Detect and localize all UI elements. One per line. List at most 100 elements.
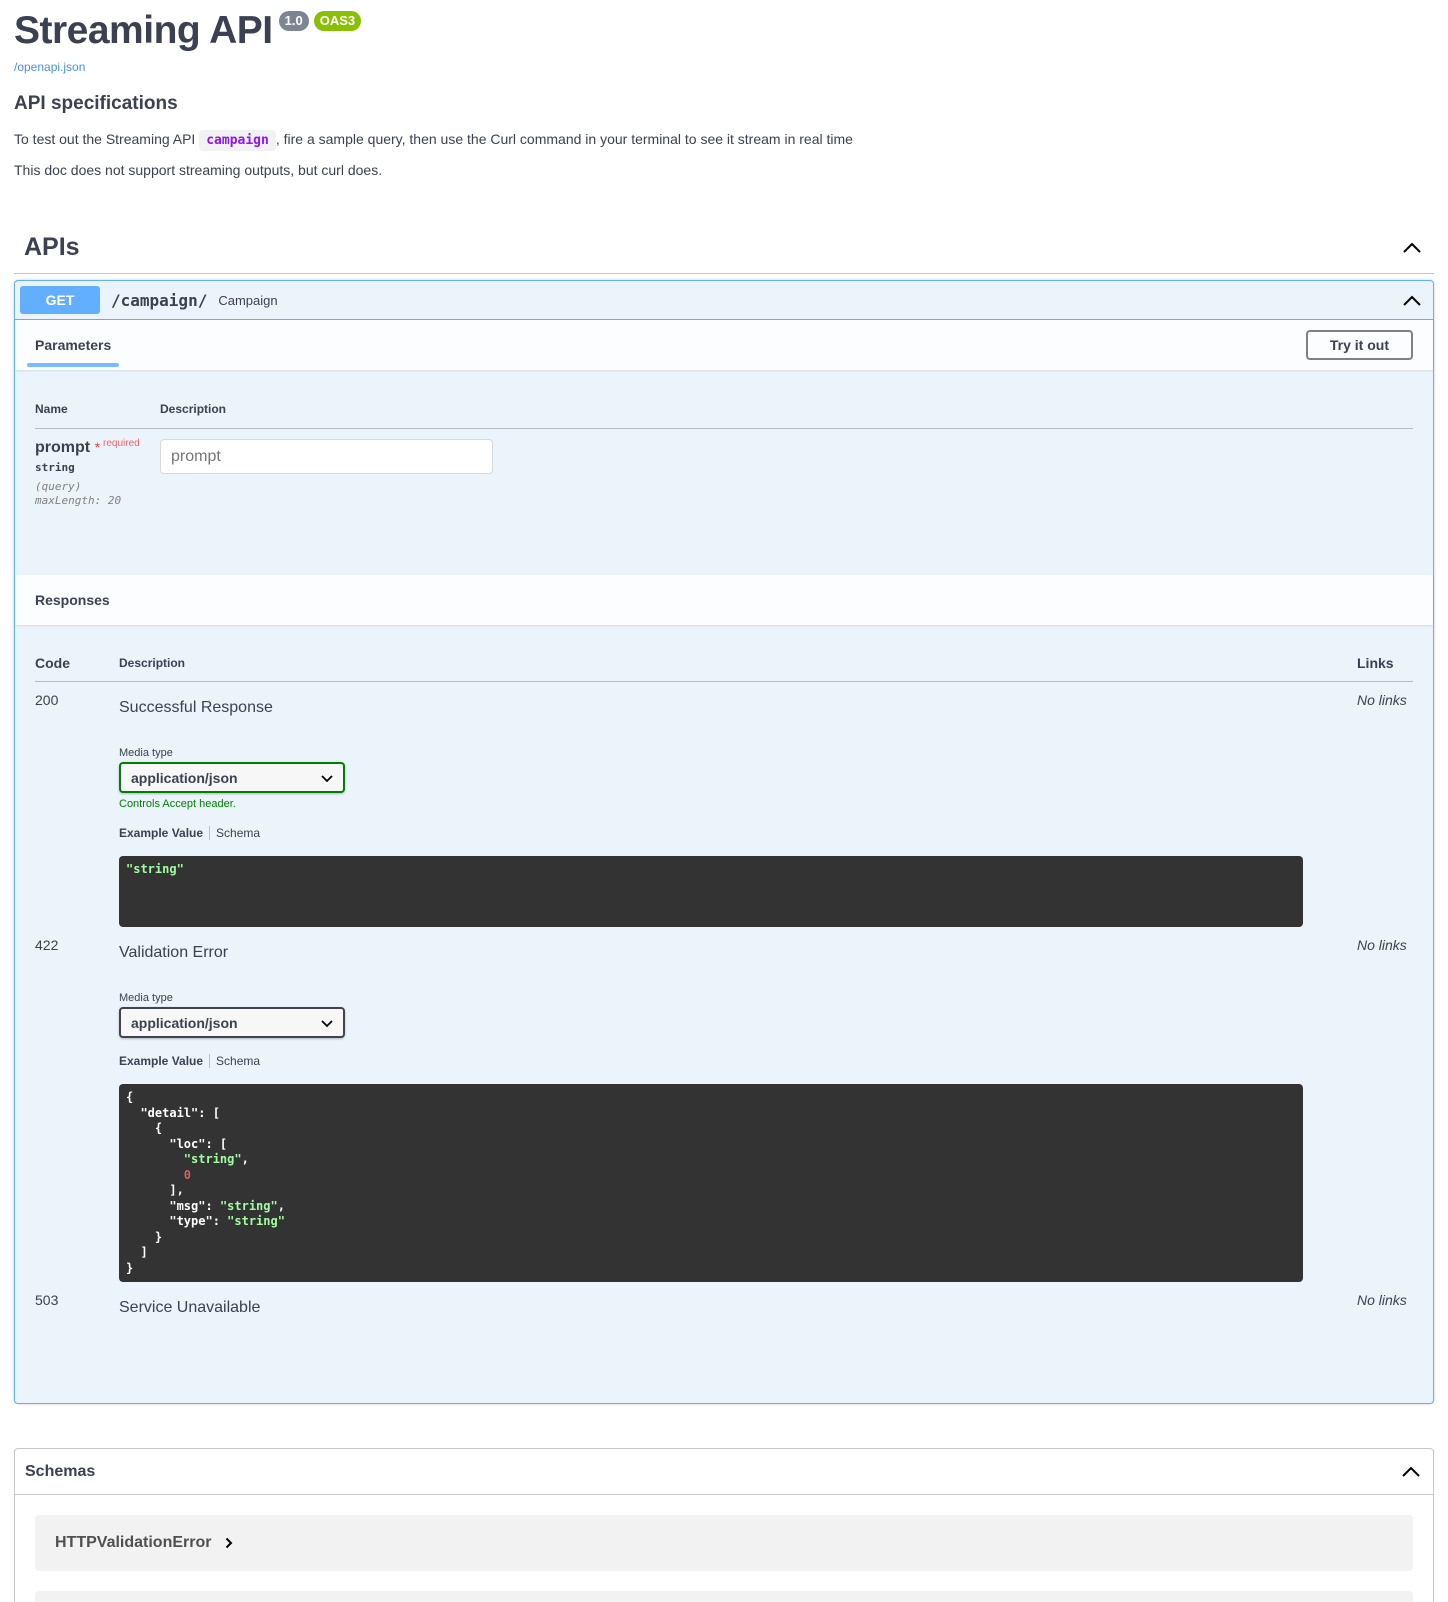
chevron-down-icon (321, 1015, 333, 1031)
required-label: required (103, 438, 140, 449)
code-key: "type" (126, 1214, 213, 1228)
code-line: } (126, 1229, 163, 1244)
campaign-code-chip: campaign (199, 130, 276, 151)
code-string: "string" (219, 1198, 278, 1213)
apis-section-header[interactable]: APIs (14, 222, 1434, 274)
try-it-out-button[interactable]: Try it out (1305, 330, 1413, 360)
media-type-value: application/json (131, 1014, 238, 1031)
parameter-description-cell (160, 439, 493, 508)
controls-pre: Controls (119, 798, 163, 810)
page-title: Streaming API (14, 9, 273, 52)
controls-post: header. (196, 798, 236, 810)
info-note: This doc does not support streaming outp… (14, 162, 383, 178)
col-links-header: Links (1357, 655, 1394, 671)
chevron-down-icon (321, 770, 333, 786)
media-type-label: Media type (119, 992, 173, 1004)
chevron-up-icon[interactable] (1400, 288, 1424, 312)
parameters-table-header: Name Description (35, 390, 1413, 429)
example-string: "string" (126, 862, 184, 876)
example-code-block: "string" (119, 856, 1303, 927)
operation-summary-text: Campaign (218, 292, 278, 308)
tab-example-value[interactable]: Example Value (119, 1054, 203, 1068)
responses-table: Code Description Links 200 Successful Re… (15, 625, 1433, 1317)
example-tabs: Example Value Schema (119, 1054, 1357, 1068)
parameters-tab-header: Parameters Try it out (15, 320, 1433, 370)
code-number: 0 (126, 1167, 192, 1182)
parameter-name: prompt (35, 439, 91, 456)
code-punct: : [ (205, 1136, 228, 1151)
col-description-header: Description (119, 656, 186, 670)
code-string: "string" (126, 1152, 242, 1166)
responses-header: Responses (15, 575, 1433, 625)
code-key: "detail" (126, 1105, 199, 1120)
model-httpvalidationerror[interactable]: HTTPValidationError (35, 1515, 1413, 1571)
code-key: "msg" (126, 1198, 206, 1213)
tab-parameters[interactable]: Parameters (26, 320, 120, 370)
example-code-block: { "detail": [ { "loc": [ "string", 0 ], … (119, 1084, 1303, 1282)
parameter-in: (query) (35, 480, 82, 493)
model-name: HTTPValidationError (55, 1534, 212, 1551)
required-star: * (94, 439, 101, 455)
version-badge: 1.0 (278, 11, 309, 31)
tab-schema[interactable]: Schema (216, 826, 260, 840)
operation-get-campaign: GET /campaign/ Campaign Parameters Try i… (14, 280, 1434, 1404)
media-type-value: application/json (131, 769, 238, 786)
model-collapsed-next[interactable] (35, 1591, 1413, 1602)
code-string: "string" (227, 1214, 285, 1228)
response-description: Successful Response (119, 699, 273, 716)
code-line: { (126, 1090, 134, 1104)
responses-table-header: Code Description Links (35, 645, 1413, 682)
response-row-200: 200 Successful Response Media type appli… (35, 682, 1413, 927)
code-key: "loc" (126, 1136, 206, 1151)
response-body: Validation Error Media type application/… (119, 937, 1357, 1282)
parameter-constraint: maxLength: 20 (35, 494, 122, 507)
schemas-header[interactable]: Schemas (15, 1449, 1433, 1495)
media-type-select[interactable]: application/json (119, 762, 345, 793)
apis-section-title: APIs (24, 233, 80, 261)
desc-text-post: , fire a sample query, then use the Curl… (275, 131, 853, 147)
response-description: Validation Error (119, 944, 229, 961)
response-row-503: 503 Service Unavailable No links (35, 1282, 1413, 1317)
code-line: ] (126, 1245, 148, 1259)
prompt-input[interactable] (160, 439, 493, 474)
chevron-up-icon[interactable] (1399, 1460, 1423, 1484)
chevron-right-icon (225, 1537, 233, 1549)
response-links: No links (1357, 1292, 1407, 1308)
openapi-json-link[interactable]: /openapi.json (14, 60, 1414, 74)
tab-example-value[interactable]: Example Value (119, 826, 203, 840)
responses-title: Responses (35, 592, 110, 608)
api-info: Streaming API 1.0 OAS3 /openapi.json API… (14, 8, 1414, 180)
tab-divider (209, 1054, 211, 1068)
response-body: Service Unavailable (119, 1292, 1357, 1317)
media-type-label: Media type (119, 747, 173, 759)
response-row-422: 422 Validation Error Media type applicat… (35, 927, 1413, 1282)
code-punct: : (205, 1198, 220, 1213)
accept-code: Accept (162, 798, 197, 810)
info-heading: API specifications (14, 93, 178, 114)
response-links: No links (1357, 937, 1407, 953)
code-punct: , (241, 1152, 249, 1166)
col-code-header: Code (35, 655, 70, 671)
code-line: { (126, 1121, 163, 1135)
tab-schema[interactable]: Schema (216, 1054, 260, 1068)
parameter-type: string (35, 461, 75, 474)
code-punct: , (277, 1198, 285, 1213)
chevron-up-icon[interactable] (1400, 236, 1424, 260)
parameters-table: Name Description prompt * required string… (15, 370, 1433, 575)
parameter-name-cell: prompt * required string (query) maxLengt… (35, 438, 160, 508)
response-code: 200 (35, 692, 59, 708)
response-code: 503 (35, 1292, 59, 1308)
info-description: To test out the Streaming API campaign, … (14, 129, 1414, 151)
response-description: Service Unavailable (119, 1299, 261, 1316)
media-type-select[interactable]: application/json (119, 1007, 345, 1038)
response-body: Successful Response Media type applicati… (119, 692, 1357, 927)
schemas-section: Schemas HTTPValidationError (14, 1448, 1434, 1602)
oas-badge: OAS3 (313, 11, 362, 31)
parameter-row-prompt: prompt * required string (query) maxLengt… (35, 429, 1413, 508)
desc-text-pre: To test out the Streaming API (14, 131, 200, 147)
operation-summary[interactable]: GET /campaign/ Campaign (15, 281, 1433, 320)
method-badge: GET (20, 286, 100, 314)
col-name-header: Name (35, 402, 68, 416)
operation-path: /campaign/ (111, 290, 208, 310)
code-line: } (126, 1260, 134, 1275)
